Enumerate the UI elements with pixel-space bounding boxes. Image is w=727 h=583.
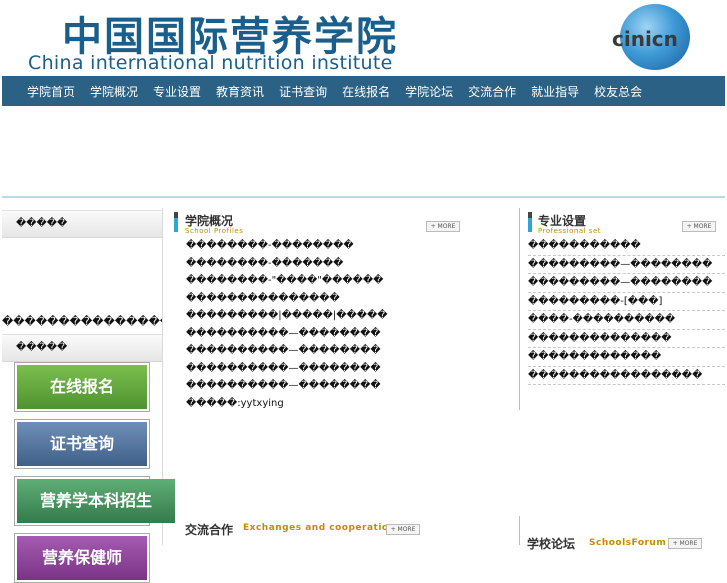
profile-list: ��������-�������� ��������-������� �����… bbox=[186, 237, 511, 412]
nav-certificate[interactable]: 证书查询 bbox=[279, 83, 327, 100]
profile-title-marker bbox=[174, 212, 178, 232]
list-item[interactable]: ���������|�����|����� bbox=[186, 307, 511, 325]
nav-majors[interactable]: 专业设置 bbox=[153, 83, 201, 100]
sidebar-header-1: ����� bbox=[2, 210, 162, 238]
list-item[interactable]: ����������—�������� bbox=[186, 342, 511, 360]
list-item[interactable]: ����������� bbox=[528, 237, 725, 256]
nutrition-health-button[interactable]: 营养保健师 bbox=[14, 533, 150, 583]
panel-divider bbox=[519, 208, 520, 410]
scrolling-notice[interactable]: ��������������������1800�(� bbox=[2, 315, 162, 328]
list-item[interactable]: ����������—�������� bbox=[186, 360, 511, 378]
nav-home[interactable]: 学院首页 bbox=[27, 83, 75, 100]
list-item[interactable]: ���������-[���] bbox=[528, 293, 725, 311]
sidebar-header-1-label: ����� bbox=[16, 218, 68, 229]
sidebar-header-2-label: ����� bbox=[16, 342, 68, 353]
forum-title: 学校论坛 bbox=[527, 537, 576, 551]
forum-subtitle: SchoolsForum bbox=[589, 538, 667, 548]
list-item[interactable]: ����������������� bbox=[528, 367, 725, 385]
list-item[interactable]: �������������� bbox=[528, 330, 725, 348]
list-item[interactable]: ����������—�������� bbox=[186, 377, 511, 395]
main-nav: 学院首页 学院概况 专业设置 教育资讯 证书查询 在线报名 学院论坛 交流合作 … bbox=[2, 76, 725, 106]
online-registration-button[interactable]: 在线报名 bbox=[14, 362, 150, 412]
exchange-title: 交流合作 bbox=[185, 523, 234, 537]
list-item[interactable]: �����:yytxying bbox=[186, 395, 511, 413]
list-item[interactable]: ��������-"����"������ bbox=[186, 272, 511, 290]
exchange-subtitle: Exchanges and cooperation bbox=[243, 523, 396, 533]
list-item[interactable]: ����-���������� bbox=[528, 311, 725, 330]
major-subtitle: Professional set bbox=[538, 227, 601, 235]
nav-news[interactable]: 教育资讯 bbox=[216, 83, 264, 100]
list-item[interactable]: ������������� bbox=[528, 348, 725, 367]
sidebar-header-2: ����� bbox=[2, 334, 162, 362]
site-header: 中国国际营养学院 China international nutrition i… bbox=[0, 0, 727, 76]
exchange-more-button[interactable]: + MORE bbox=[386, 524, 420, 535]
list-item[interactable]: ��������-�������� bbox=[186, 237, 511, 255]
bottom-panel-divider bbox=[519, 516, 520, 545]
emblem-text: cinicn bbox=[612, 27, 678, 51]
list-item[interactable]: ����������—�������� bbox=[186, 325, 511, 343]
forum-more-button[interactable]: + MORE bbox=[668, 538, 702, 549]
nav-overview[interactable]: 学院概况 bbox=[90, 83, 138, 100]
nav-career[interactable]: 就业指导 bbox=[531, 83, 579, 100]
banner-area bbox=[2, 106, 725, 198]
list-item[interactable]: ���������—�������� bbox=[528, 256, 725, 274]
list-item[interactable]: ��������-������� bbox=[186, 255, 511, 273]
nav-alumni[interactable]: 校友总会 bbox=[594, 83, 642, 100]
certificate-query-button[interactable]: 证书查询 bbox=[14, 419, 150, 469]
undergraduate-enrollment-button[interactable]: 营养学本科招生 bbox=[14, 476, 175, 526]
major-title-marker bbox=[528, 212, 532, 232]
nav-registration[interactable]: 在线报名 bbox=[342, 83, 390, 100]
profile-more-button[interactable]: + MORE bbox=[426, 221, 460, 232]
left-sidebar: ����� ��������������������1800�(� ����� … bbox=[2, 208, 175, 583]
profile-subtitle: School Profiles bbox=[185, 227, 244, 235]
major-list: ����������� ���������—�������� ���������… bbox=[528, 237, 725, 385]
logo-english-title: China international nutrition institute bbox=[28, 52, 393, 74]
nav-exchange[interactable]: 交流合作 bbox=[468, 83, 516, 100]
major-more-button[interactable]: + MORE bbox=[682, 221, 716, 232]
list-item[interactable]: ��������������� bbox=[186, 290, 511, 308]
nav-forum[interactable]: 学院论坛 bbox=[405, 83, 453, 100]
list-item[interactable]: ���������—�������� bbox=[528, 274, 725, 293]
